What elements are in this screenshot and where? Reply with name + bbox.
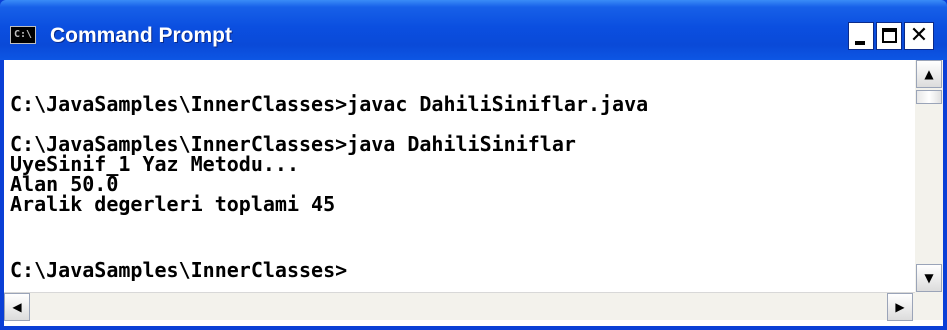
scroll-down-button[interactable]: ▼	[916, 264, 942, 292]
console-client-area: C:\JavaSamples\InnerClasses>javac Dahili…	[4, 60, 943, 326]
minimize-icon	[855, 41, 865, 45]
vertical-scroll-thumb[interactable]	[916, 90, 942, 104]
console-line: Aralik degerleri toplami 45	[10, 192, 336, 216]
horizontal-scrollbar[interactable]: ◀ ▶	[4, 292, 915, 321]
console-output[interactable]: C:\JavaSamples\InnerClasses>javac Dahili…	[4, 60, 915, 292]
console-line: C:\JavaSamples\InnerClasses>javac Dahili…	[10, 92, 649, 116]
scroll-up-button[interactable]: ▲	[916, 60, 942, 88]
cmd-icon[interactable]: C:\	[10, 26, 36, 44]
console-line: UyeSinif_1 Yaz Metodu...	[10, 152, 299, 176]
console-line: C:\JavaSamples\InnerClasses>java DahiliS…	[10, 132, 576, 156]
window-title: Command Prompt	[50, 24, 233, 47]
console-line: C:\JavaSamples\InnerClasses>	[10, 258, 348, 282]
horizontal-scroll-thumb[interactable]	[34, 294, 154, 320]
scroll-left-button[interactable]: ◀	[4, 293, 30, 321]
maximize-button[interactable]	[876, 22, 902, 50]
left-arrow-icon: ◀	[12, 300, 22, 314]
window-border	[0, 326, 947, 330]
resize-grip[interactable]	[915, 292, 943, 320]
close-button[interactable]: ✕	[904, 22, 934, 50]
right-arrow-icon: ▶	[895, 300, 905, 314]
scroll-right-button[interactable]: ▶	[887, 293, 913, 321]
command-prompt-window: C:\ Command Prompt ✕ C:\JavaSamples\Inne…	[0, 0, 947, 330]
title-bar[interactable]: C:\ Command Prompt ✕	[0, 0, 947, 60]
minimize-button[interactable]	[848, 22, 874, 50]
vertical-scrollbar[interactable]: ▲ ▼	[915, 60, 943, 292]
down-arrow-icon: ▼	[924, 271, 934, 285]
console-line: Alan 50.0	[10, 172, 119, 196]
maximize-icon	[882, 28, 897, 43]
up-arrow-icon: ▲	[924, 67, 934, 81]
close-icon: ✕	[909, 23, 929, 48]
